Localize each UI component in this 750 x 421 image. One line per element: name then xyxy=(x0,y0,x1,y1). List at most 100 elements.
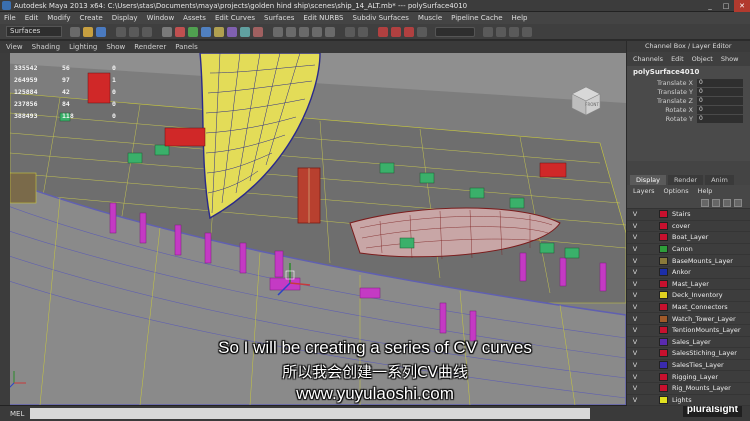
mask-curves-icon[interactable] xyxy=(201,26,211,37)
layer-row[interactable]: V Deck_Inventory xyxy=(627,290,750,302)
layer-color-swatch[interactable] xyxy=(659,361,668,370)
layer-color-swatch[interactable] xyxy=(659,395,668,404)
menu-help[interactable]: Help xyxy=(512,14,528,22)
playback-toggle[interactable] xyxy=(643,233,659,242)
layer-row[interactable]: V Mast_Layer xyxy=(627,279,750,291)
layer-name[interactable]: SalesTies_Layer xyxy=(672,361,724,369)
mask-joints-icon[interactable] xyxy=(188,26,198,37)
menu-display[interactable]: Display xyxy=(112,14,138,22)
menu-object[interactable]: Object xyxy=(692,55,713,63)
playback-toggle[interactable] xyxy=(643,245,659,254)
attribute-value[interactable]: 0 xyxy=(697,114,743,123)
hypershade-icon[interactable] xyxy=(417,26,427,37)
layer-name[interactable]: Sales_Layer xyxy=(672,338,711,346)
layer-name[interactable]: Mast_Connectors xyxy=(672,303,728,311)
ipr-render-icon[interactable] xyxy=(391,26,401,37)
layer-name[interactable]: BaseMounts_Layer xyxy=(672,257,733,265)
layer-row[interactable]: V Stairs xyxy=(627,209,750,221)
layer-row[interactable]: V Rigging_Layer xyxy=(627,371,750,383)
layer-color-swatch[interactable] xyxy=(659,384,668,393)
playback-toggle[interactable] xyxy=(643,337,659,346)
layer-row[interactable]: V SalesTies_Layer xyxy=(627,360,750,372)
menu-edit-nurbs[interactable]: Edit NURBS xyxy=(303,14,343,22)
layer-row[interactable]: V Rig_Mounts_Layer xyxy=(627,383,750,395)
attribute-value[interactable]: 0 xyxy=(697,96,743,105)
select-component-icon[interactable] xyxy=(142,26,152,37)
layer-name[interactable]: Ankor xyxy=(672,268,691,276)
layer-color-swatch[interactable] xyxy=(659,221,668,230)
layer-color-swatch[interactable] xyxy=(659,233,668,242)
panel-menu-panels[interactable]: Panels xyxy=(175,43,198,51)
layer-row[interactable]: V Sales_Layer xyxy=(627,337,750,349)
layer-name[interactable]: Deck_Inventory xyxy=(672,291,723,299)
layer-name[interactable]: Canon xyxy=(672,245,693,253)
layer-row[interactable]: V BaseMounts_Layer xyxy=(627,255,750,267)
menu-help[interactable]: Help xyxy=(698,187,713,195)
menu-surfaces[interactable]: Surfaces xyxy=(264,14,294,22)
attribute-row[interactable]: Rotate X 0 xyxy=(633,105,750,114)
menu-layers[interactable]: Layers xyxy=(633,187,655,195)
tab-anim[interactable]: Anim xyxy=(705,175,734,185)
layer-row[interactable]: V TentionMounts_Layer xyxy=(627,325,750,337)
layer-color-swatch[interactable] xyxy=(659,372,668,381)
visibility-toggle[interactable]: V xyxy=(627,396,643,404)
layer-color-swatch[interactable] xyxy=(659,314,668,323)
layer-row[interactable]: V Canon xyxy=(627,244,750,256)
mel-label[interactable]: MEL xyxy=(0,410,30,418)
make-live-icon[interactable] xyxy=(325,26,335,37)
layer-color-swatch[interactable] xyxy=(659,326,668,335)
visibility-toggle[interactable]: V xyxy=(627,268,643,276)
select-object-icon[interactable] xyxy=(129,26,139,37)
visibility-toggle[interactable]: V xyxy=(627,291,643,299)
playback-toggle[interactable] xyxy=(643,291,659,300)
tab-display[interactable]: Display xyxy=(630,175,666,185)
history-icon[interactable] xyxy=(345,26,355,37)
playback-toggle[interactable] xyxy=(643,349,659,358)
layer-color-swatch[interactable] xyxy=(659,291,668,300)
visibility-toggle[interactable]: V xyxy=(627,373,643,381)
layer-name[interactable]: TentionMounts_Layer xyxy=(672,326,741,334)
layer-color-swatch[interactable] xyxy=(659,279,668,288)
visibility-toggle[interactable]: V xyxy=(627,338,643,346)
visibility-toggle[interactable]: V xyxy=(627,280,643,288)
tool-settings-icon[interactable] xyxy=(509,26,519,37)
menu-pipeline-cache[interactable]: Pipeline Cache xyxy=(451,14,502,22)
layer-name[interactable]: cover xyxy=(672,222,690,230)
visibility-toggle[interactable]: V xyxy=(627,326,643,334)
attribute-editor-icon[interactable] xyxy=(496,26,506,37)
playback-toggle[interactable] xyxy=(643,395,659,404)
render-frame-icon[interactable] xyxy=(378,26,388,37)
panel-menu-show[interactable]: Show xyxy=(106,43,125,51)
attribute-value[interactable]: 0 xyxy=(697,105,743,114)
layer-name[interactable]: Stairs xyxy=(672,210,691,218)
layer-name[interactable]: Watch_Tower_Layer xyxy=(672,315,736,323)
new-layer-icon[interactable] xyxy=(723,198,731,207)
mask-surfaces-icon[interactable] xyxy=(214,26,224,37)
layer-color-swatch[interactable] xyxy=(659,245,668,254)
playback-toggle[interactable] xyxy=(643,210,659,219)
visibility-toggle[interactable]: V xyxy=(627,210,643,218)
menu-edit[interactable]: Edit xyxy=(671,55,684,63)
minimize-button[interactable]: _ xyxy=(702,0,718,12)
menu-options[interactable]: Options xyxy=(664,187,689,195)
attribute-value[interactable]: 0 xyxy=(697,78,743,87)
move-layer-down-icon[interactable] xyxy=(712,198,720,207)
layer-color-swatch[interactable] xyxy=(659,256,668,265)
mask-handles-icon[interactable] xyxy=(175,26,185,37)
attribute-row[interactable]: Translate Y 0 xyxy=(633,87,750,96)
snap-grid-icon[interactable] xyxy=(273,26,283,37)
tab-render[interactable]: Render xyxy=(667,175,704,185)
menu-edit[interactable]: Edit xyxy=(25,14,39,22)
layer-name[interactable]: Mast_Layer xyxy=(672,280,709,288)
visibility-toggle[interactable]: V xyxy=(627,384,643,392)
attribute-row[interactable]: Translate X 0 xyxy=(633,78,750,87)
layer-name[interactable]: Rig_Mounts_Layer xyxy=(672,384,731,392)
layer-row[interactable]: V Ankor xyxy=(627,267,750,279)
select-hierarchy-icon[interactable] xyxy=(116,26,126,37)
menu-channels[interactable]: Channels xyxy=(633,55,663,63)
maximize-button[interactable]: □ xyxy=(718,0,734,12)
save-scene-icon[interactable] xyxy=(96,26,106,37)
playback-toggle[interactable] xyxy=(643,361,659,370)
layer-name[interactable]: Rigging_Layer xyxy=(672,373,718,381)
layer-color-swatch[interactable] xyxy=(659,303,668,312)
